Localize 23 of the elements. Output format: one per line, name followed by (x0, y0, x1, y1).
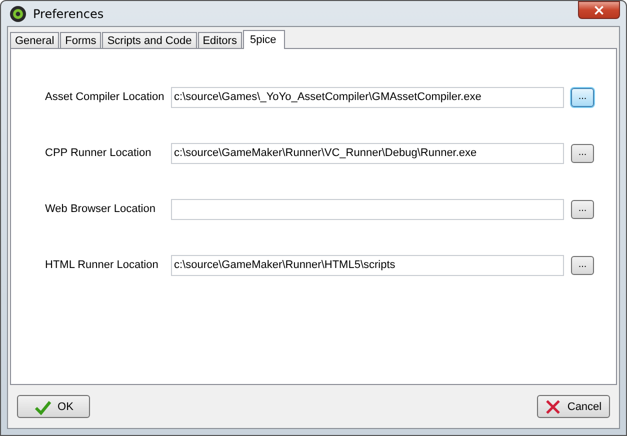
close-button[interactable]: × (578, 0, 620, 18)
ok-button[interactable]: OK (17, 395, 90, 418)
browse-button[interactable]: ... (571, 88, 594, 106)
browse-button[interactable]: ... (571, 144, 594, 162)
browse-button[interactable]: ... (571, 200, 594, 218)
checkmark-icon (34, 398, 52, 414)
input-field[interactable]: c:\source\GameMaker\Runner\VC_Runner\Debug\Runner.exe (171, 142, 564, 164)
field-label: CPP Runner Location (44, 147, 152, 159)
input-field[interactable]: c:\source\Games\_YoYo_AssetCompiler\GMAssetCompiler.exe (171, 86, 564, 108)
tab[interactable]: 5pice (242, 30, 286, 49)
tab[interactable]: Editors (198, 32, 242, 48)
field-label: Asset Compiler Location (44, 91, 166, 103)
field-label: Web Browser Location (44, 203, 156, 215)
tab[interactable]: General (10, 32, 60, 48)
cancel-button[interactable]: Cancel (537, 395, 610, 418)
browse-button[interactable]: ... (571, 256, 594, 274)
tab[interactable]: Scripts and Code (102, 32, 197, 48)
close-icon (545, 398, 562, 414)
field-label: HTML Runner Location (44, 259, 160, 271)
input-field[interactable] (171, 198, 564, 220)
tab[interactable]: Forms (60, 32, 102, 48)
window-title: Preferences (33, 6, 105, 20)
input-field[interactable]: c:\source\GameMaker\Runner\HTML5\scripts (171, 254, 564, 276)
